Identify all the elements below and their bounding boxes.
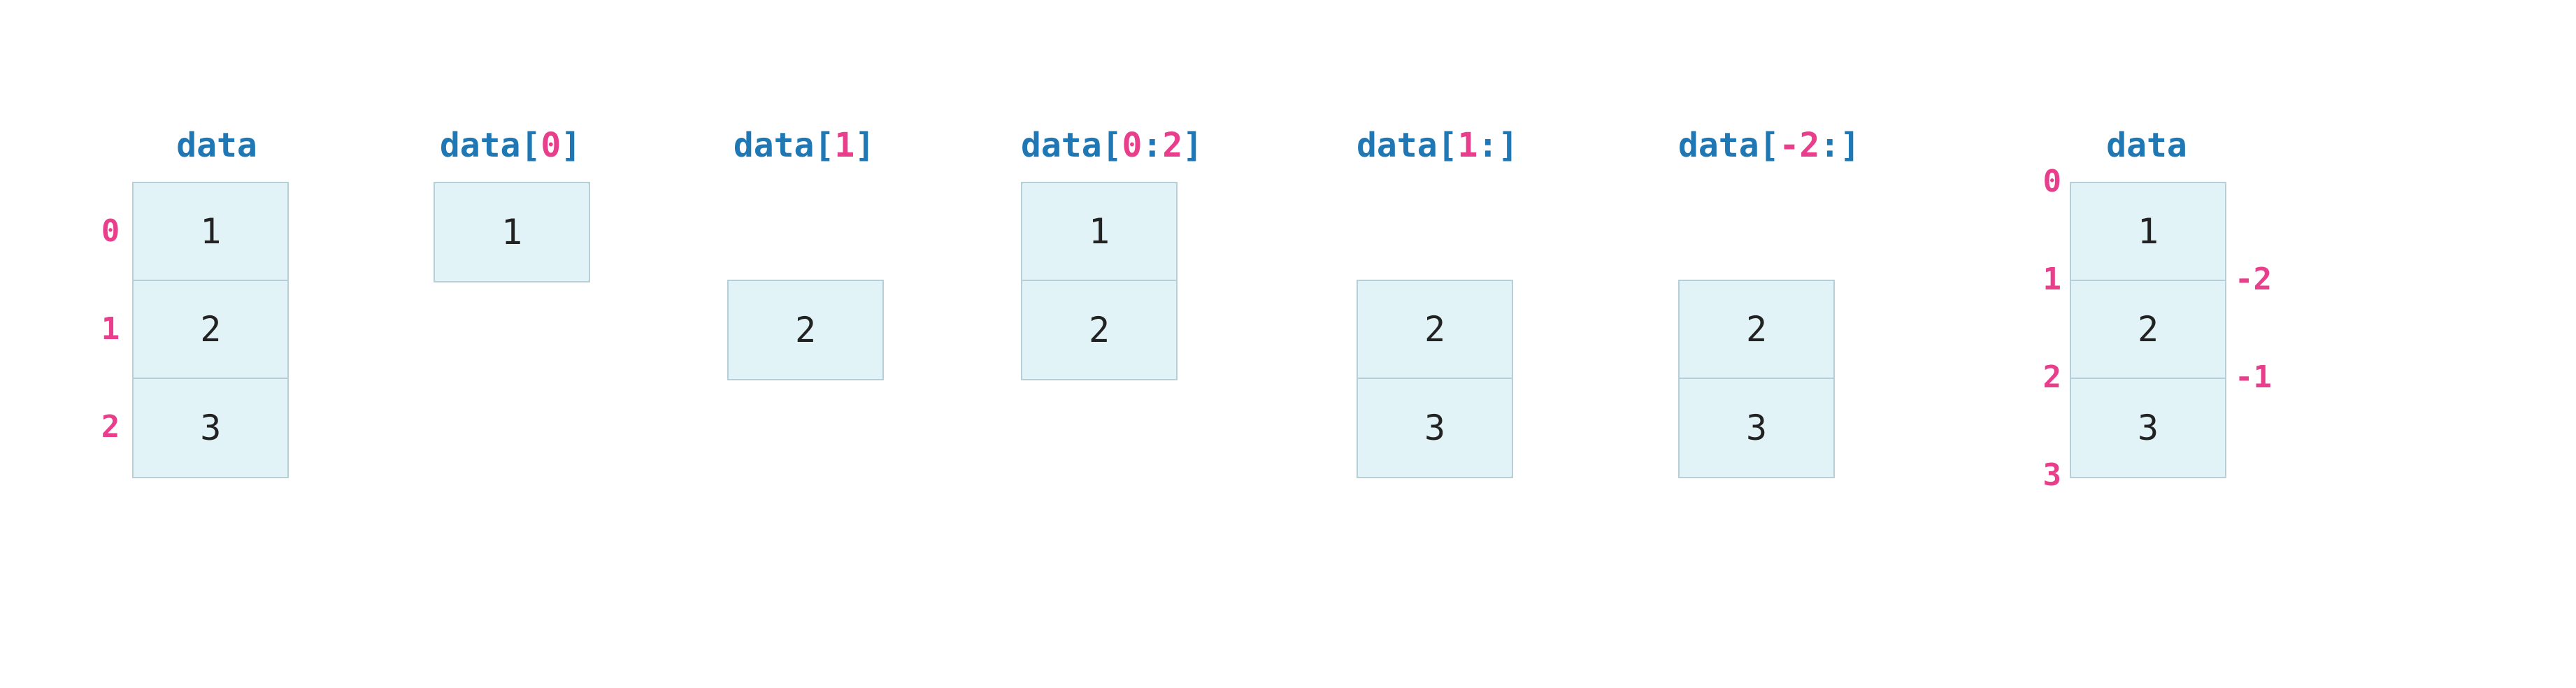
cell-column: 23 (1678, 280, 1835, 478)
cell-column-wrap: 123 (132, 182, 289, 478)
title-var: data (2106, 126, 2187, 165)
panel-body: 2 (727, 182, 884, 380)
cell-column-wrap: 23 (1357, 182, 1513, 478)
panel-body: 23 (1678, 182, 1835, 478)
panel-title: data[1] (727, 126, 881, 165)
cell: 2 (2071, 281, 2225, 379)
edge-index-left: 0 (2043, 164, 2062, 199)
cell-column: 123 (2070, 182, 2226, 478)
bracket-open: [ (1759, 126, 1780, 165)
cell-column: 23 (1357, 280, 1513, 478)
cell: 3 (1358, 379, 1512, 477)
panel-slice02: data[0:2] 12 (1021, 126, 1178, 380)
title-var: data (734, 126, 815, 165)
cell: 2 (1358, 281, 1512, 379)
row-index: 1 (89, 280, 133, 378)
bracket-open: [ (1438, 126, 1458, 165)
cell-column: 123 (132, 182, 289, 478)
panel-index0: data[0] 1 (434, 126, 590, 282)
panel-title: data[0:2] (1021, 126, 1175, 165)
spacer (1678, 182, 1832, 280)
bracket-open: [ (520, 126, 541, 165)
panel-title: data[0] (434, 126, 587, 165)
panel-full: data 012123 (84, 126, 294, 478)
cell: 2 (729, 281, 882, 379)
edge-index-right: -1 (2235, 359, 2272, 395)
cell: 3 (134, 379, 287, 477)
panel-body: 23 (1357, 182, 1513, 478)
title-index: 0:2 (1122, 126, 1183, 165)
panel-body: 012123 (84, 182, 294, 478)
cell-column-wrap: 1 (434, 182, 590, 282)
title-var: data (440, 126, 521, 165)
bracket-close: ] (1182, 126, 1203, 165)
title-index: 0 (541, 126, 561, 165)
panel-index1: data[1] 2 (727, 126, 884, 380)
left-edge-index-column: 0123 (2028, 182, 2070, 480)
bracket-close: ] (561, 126, 581, 165)
panel-title: data (140, 126, 294, 165)
panel-title: data[1:] (1357, 126, 1510, 165)
cell-column: 2 (727, 280, 884, 380)
cell: 3 (1680, 379, 1833, 477)
title-var: data (176, 126, 257, 165)
title-var: data (1678, 126, 1759, 165)
edge-index-left: 3 (2043, 457, 2062, 493)
edge-index-left: 2 (2043, 359, 2062, 395)
bracket-close: ] (1840, 126, 1860, 165)
cell-column: 12 (1021, 182, 1178, 380)
bracket-open: [ (1102, 126, 1122, 165)
cell-column-wrap: 2 (727, 182, 884, 380)
cell-column-wrap: 12 (1021, 182, 1178, 380)
cell: 2 (134, 281, 287, 379)
panel-slice1: data[1:] 23 (1357, 126, 1513, 478)
panel-sliceneg2: data[-2:] 23 (1678, 126, 1835, 478)
spacer (727, 182, 881, 280)
cell: 1 (2071, 183, 2225, 281)
cell: 1 (435, 183, 589, 281)
right-edge-index-column: -2 -1 (2226, 182, 2282, 480)
row-index: 2 (89, 378, 133, 475)
panel-body: 0123123-2-1 (2028, 182, 2282, 480)
title-index: -2: (1780, 126, 1840, 165)
bracket-open: [ (814, 126, 834, 165)
title-index: 1 (834, 126, 854, 165)
cell: 1 (134, 183, 287, 281)
bracket-close: ] (1498, 126, 1518, 165)
cell: 3 (2071, 379, 2225, 477)
panel-body: 12 (1021, 182, 1178, 380)
edge-index-right: -2 (2235, 261, 2272, 297)
title-var: data (1357, 126, 1438, 165)
cell-column: 1 (434, 182, 590, 282)
cell-column-wrap: 123 (2070, 182, 2226, 478)
panel-edges: data0123123-2-1 (2028, 126, 2282, 480)
cell: 2 (1022, 281, 1176, 379)
edge-index-left: 1 (2043, 261, 2062, 297)
panel-body: 1 (434, 182, 590, 282)
bracket-close: ] (854, 126, 875, 165)
left-index-column: 012 (89, 182, 133, 475)
cell-column-wrap: 23 (1678, 182, 1835, 478)
cell: 1 (1022, 183, 1176, 281)
row-index: 0 (89, 182, 133, 280)
spacer (1357, 182, 1510, 280)
panel-title: data (2070, 126, 2224, 165)
title-var: data (1021, 126, 1102, 165)
panel-title: data[-2:] (1678, 126, 1832, 165)
cell: 2 (1680, 281, 1833, 379)
title-index: 1: (1458, 126, 1498, 165)
